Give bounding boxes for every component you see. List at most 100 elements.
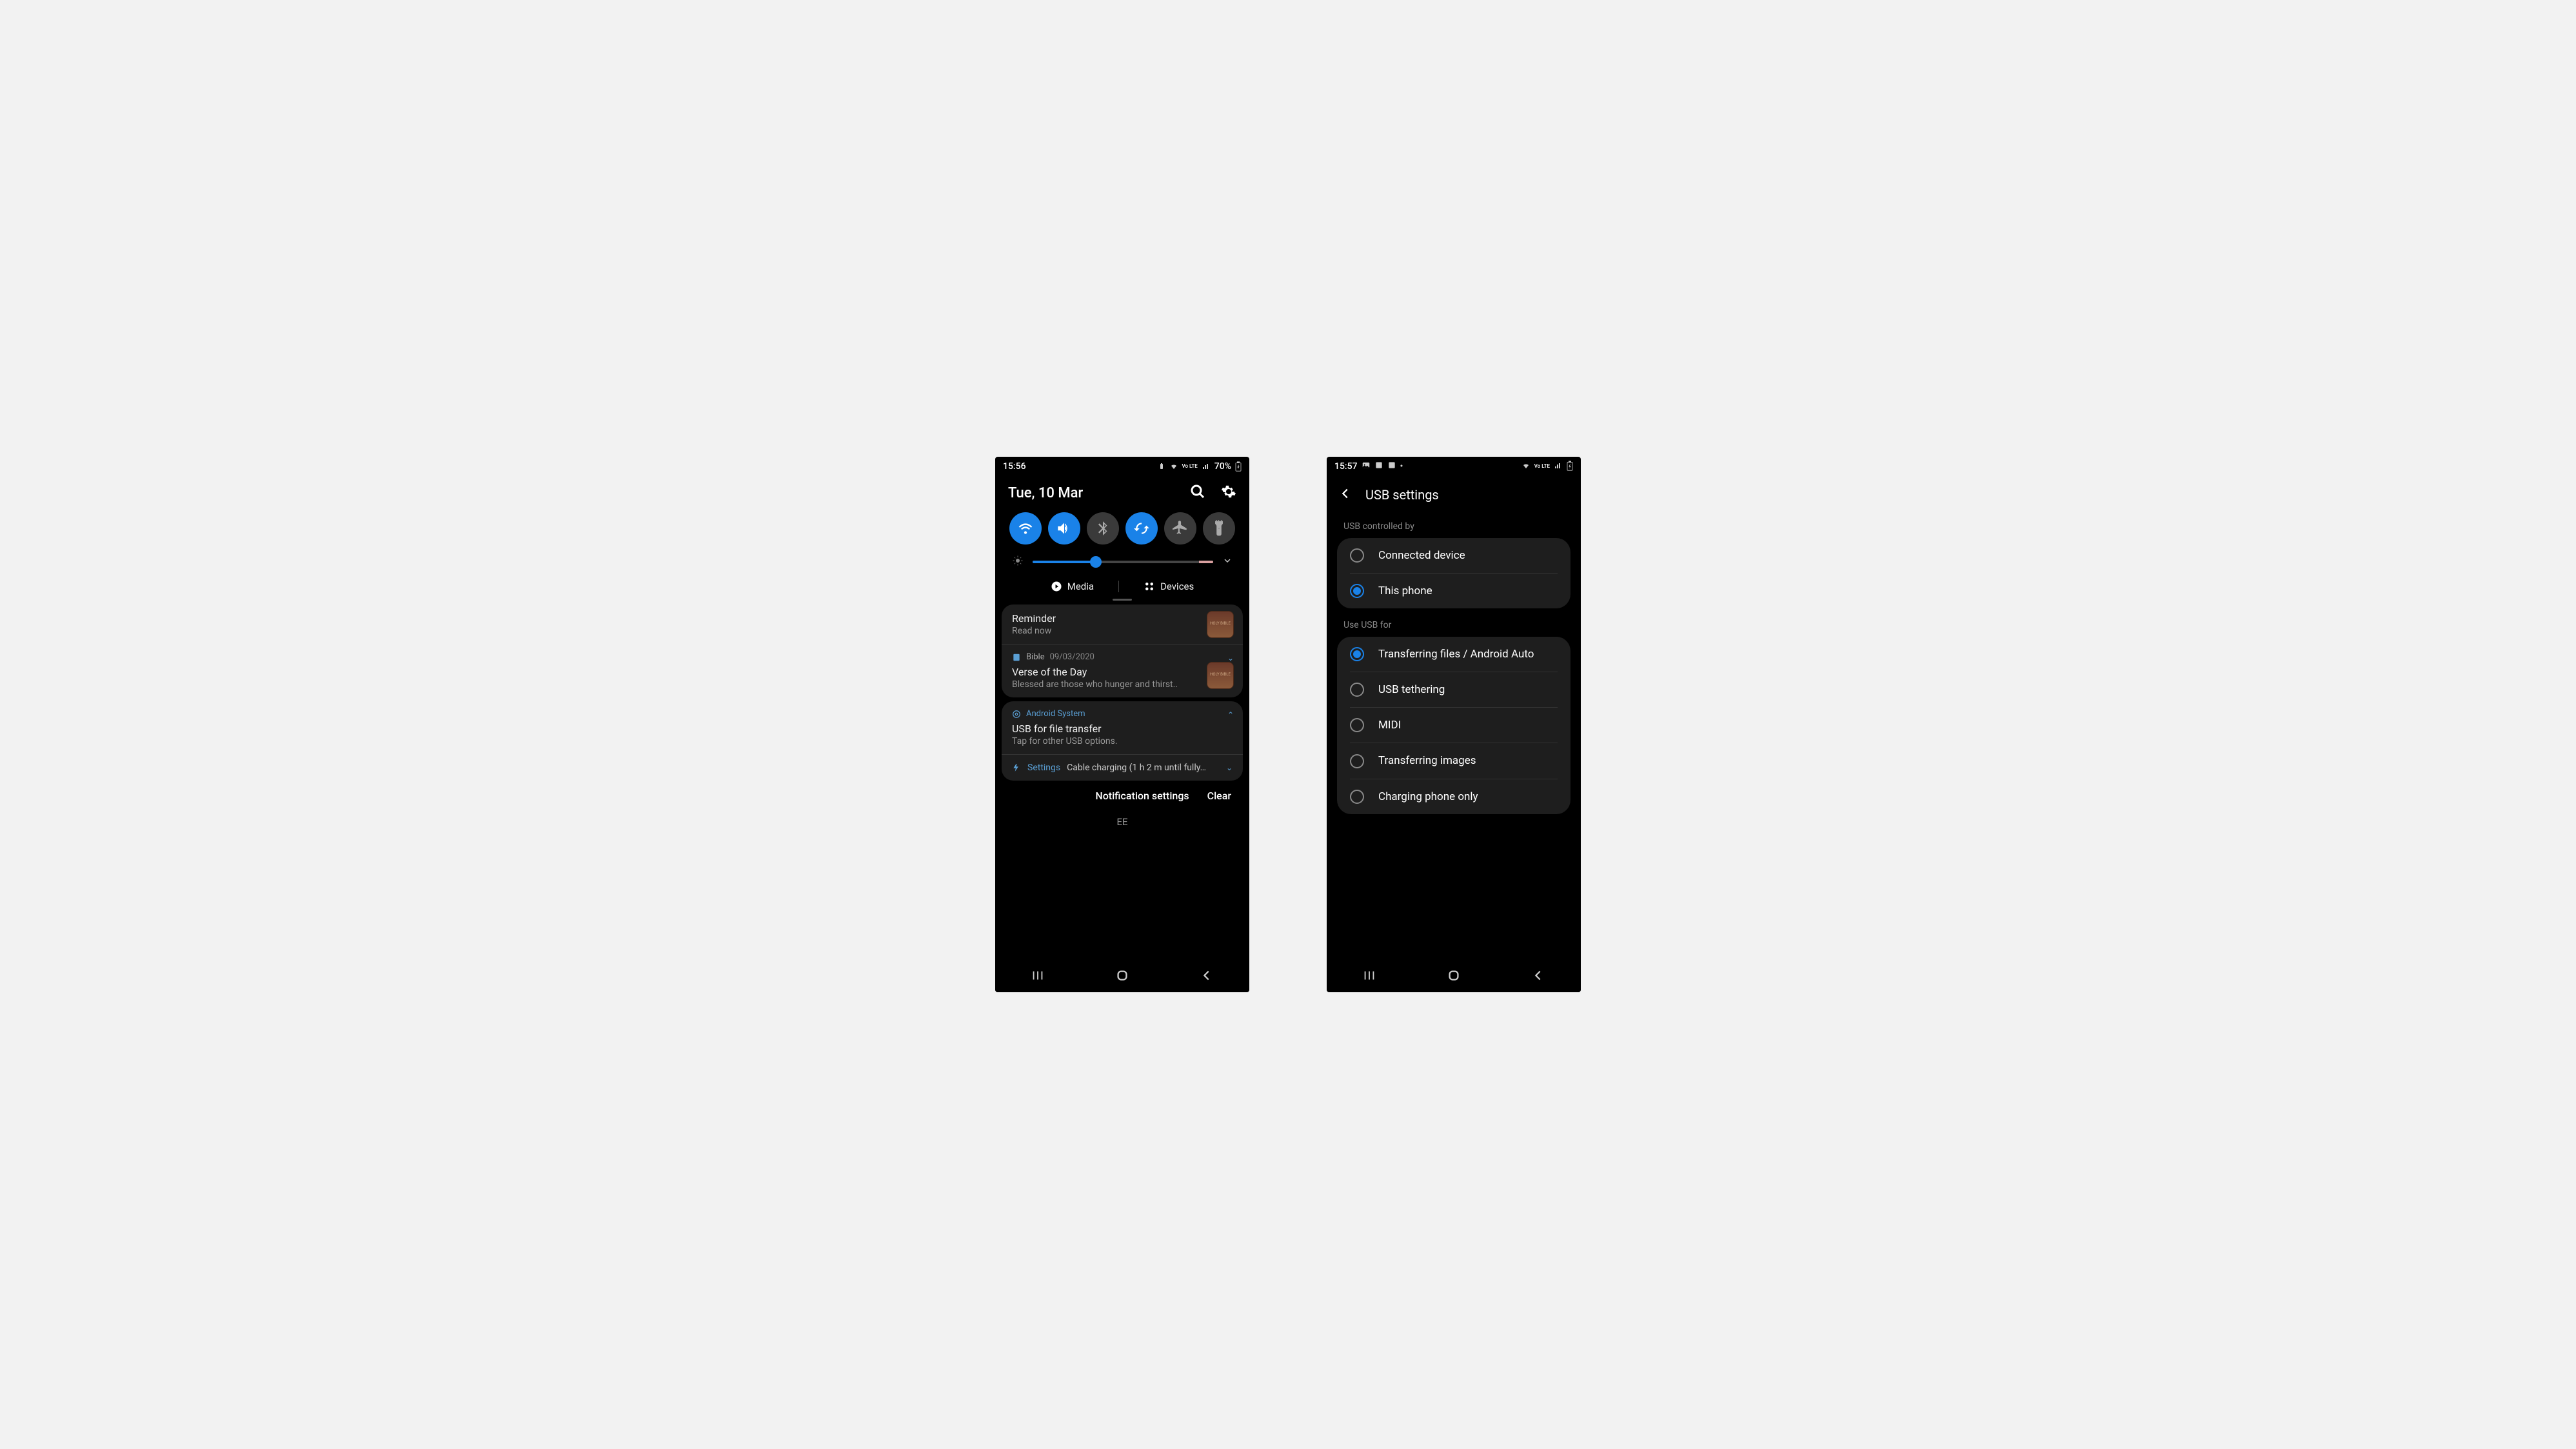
notif-body: Tap for other USB options. [1012,736,1233,746]
notif-date: 09/03/2020 [1050,652,1095,662]
nav-bar [995,961,1249,992]
app-icon [1374,461,1383,472]
carrier-label: EE [995,811,1249,828]
option-connected-device[interactable]: Connected device [1337,538,1570,573]
notif-body: Read now [1012,626,1198,636]
radio-icon [1350,754,1364,768]
chevron-down-icon[interactable]: ⌄ [1226,763,1233,772]
recents-button[interactable] [1362,968,1376,985]
image-icon [1362,461,1371,472]
option-images[interactable]: Transferring images [1337,743,1570,778]
notif-title: Reminder [1012,612,1198,625]
bible-icon: HOLY BIBLE [1207,611,1234,638]
notif-app-name: Bible [1026,652,1045,662]
option-label: Charging phone only [1378,790,1558,804]
quick-settings-row [995,506,1249,551]
phone-usb-settings: 15:57 • Vo LTE USB settings USB controll… [1327,457,1581,992]
use-usb-card: Transferring files / Android Auto USB te… [1337,637,1570,814]
shade-footer: Notification settings Clear [995,781,1249,811]
battery-pct: 70% [1214,461,1231,472]
back-button[interactable] [1200,968,1214,985]
settings-icon [1012,710,1021,719]
devices-button[interactable]: Devices [1132,581,1205,592]
back-icon[interactable] [1338,486,1352,503]
airplane-toggle[interactable] [1164,512,1196,545]
status-time: 15:56 [1003,461,1026,472]
bible-icon: HOLY BIBLE [1207,662,1234,689]
gear-icon[interactable] [1221,484,1236,502]
notif-title: USB for file transfer [1012,723,1233,735]
option-charging[interactable]: Charging phone only [1337,779,1570,814]
nav-bar [1327,961,1581,992]
app-icon [1387,461,1396,472]
option-this-phone[interactable]: This phone [1337,574,1570,608]
wifi-icon [1521,462,1531,472]
back-button[interactable] [1531,968,1545,985]
more-icon: • [1400,461,1403,472]
bluetooth-toggle[interactable] [1087,512,1119,545]
notif-title: Verse of the Day [1012,666,1198,678]
battery-icon [1567,461,1573,473]
media-devices-row: Media Devices [995,573,1249,596]
option-tethering[interactable]: USB tethering [1337,672,1570,707]
option-transfer-files[interactable]: Transferring files / Android Auto [1337,637,1570,672]
status-right: Vo LTE [1521,461,1573,473]
brightness-row [995,551,1249,573]
media-button[interactable]: Media [1039,581,1105,592]
book-icon [1012,653,1021,662]
signal-icon [1554,462,1563,472]
notification-card-android[interactable]: Android System USB for file transfer Tap… [1002,701,1243,781]
search-icon[interactable] [1190,484,1205,502]
flashlight-toggle[interactable] [1203,512,1235,545]
option-label: MIDI [1378,718,1558,732]
option-label: USB tethering [1378,683,1558,697]
recents-button[interactable] [1031,968,1045,985]
home-button[interactable] [1447,968,1461,985]
option-label: Connected device [1378,548,1558,563]
media-label: Media [1067,581,1094,592]
devices-label: Devices [1160,581,1194,592]
radio-icon [1350,647,1364,661]
status-right: Vo LTE 70% [1158,461,1242,472]
clear-button[interactable]: Clear [1207,790,1231,802]
wifi-toggle[interactable] [1009,512,1042,545]
sound-toggle[interactable] [1048,512,1080,545]
radio-icon [1350,683,1364,697]
notif-body: Blessed are those who hunger and thirst.… [1012,679,1198,690]
brightness-slider[interactable] [1033,561,1213,563]
notification-card-bible[interactable]: Reminder Read now HOLY BIBLE Bible 09/03… [1002,605,1243,697]
drag-handle[interactable] [1113,599,1132,601]
notification-settings-button[interactable]: Notification settings [1095,790,1189,802]
usb-controlled-card: Connected device This phone [1337,538,1570,608]
section-label-controlled: USB controlled by [1327,510,1581,538]
volte-icon: Vo LTE [1182,464,1198,468]
shade-header: Tue, 10 Mar [995,476,1249,506]
status-bar: 15:57 • Vo LTE [1327,457,1581,476]
phone-notification-shade: 15:56 Vo LTE 70% Tue, 10 Mar [995,457,1249,992]
notif-app-name: Android System [1026,709,1085,719]
settings-text: Cable charging (1 h 2 m until fully… [1067,763,1220,773]
radio-icon [1350,790,1364,804]
bolt-icon [1012,763,1021,772]
wifi-icon [1169,463,1178,470]
section-label-use: Use USB for [1327,608,1581,637]
radio-icon [1350,584,1364,598]
status-time: 15:57 [1334,461,1358,472]
page-title: USB settings [1365,487,1439,503]
brightness-icon [1012,555,1024,569]
chevron-down-icon[interactable] [1222,555,1233,568]
home-button[interactable] [1115,968,1129,985]
option-label: Transferring files / Android Auto [1378,647,1558,661]
signal-icon [1202,463,1211,470]
notification-settings-row[interactable]: Settings Cable charging (1 h 2 m until f… [1002,755,1243,781]
volte-icon: Vo LTE [1534,464,1550,468]
settings-header: USB settings [1327,476,1581,510]
option-label: This phone [1378,584,1558,598]
battery-icon [1235,461,1242,472]
radio-icon [1350,548,1364,563]
chevron-up-icon[interactable]: ⌃ [1227,710,1234,719]
option-midi[interactable]: MIDI [1337,708,1570,743]
rotate-toggle[interactable] [1125,512,1158,545]
option-label: Transferring images [1378,754,1558,768]
radio-icon [1350,718,1364,732]
